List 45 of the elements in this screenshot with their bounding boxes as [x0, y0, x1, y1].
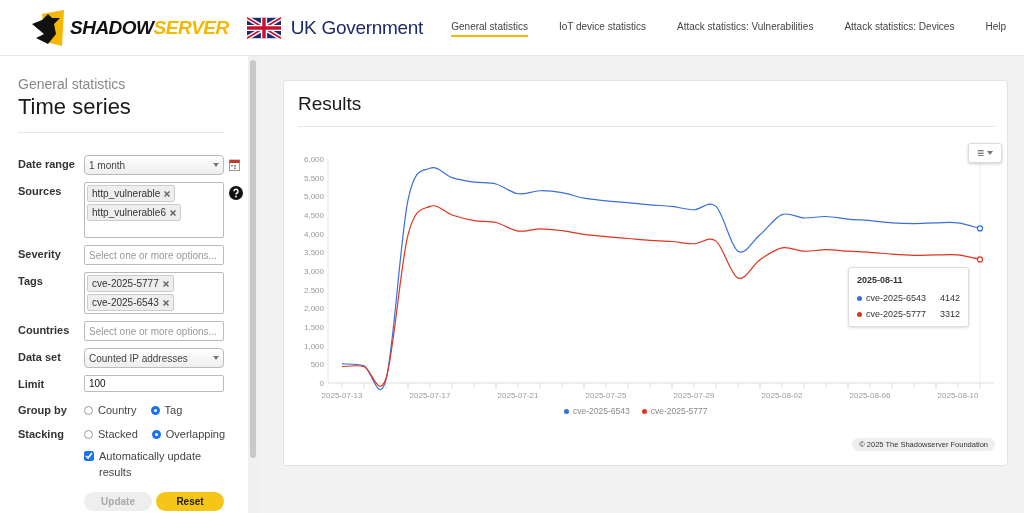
results-title: Results: [298, 93, 995, 127]
y-tick-label: 3,000: [303, 267, 324, 276]
field-label: Countries: [18, 323, 71, 336]
radio-label: Tag: [164, 404, 183, 416]
x-tick-label: 2025-07-13: [321, 391, 363, 400]
y-tick-label: 4,000: [303, 229, 324, 239]
y-tick-label: 2,000: [303, 304, 324, 314]
y-tick-label: 0: [319, 379, 324, 388]
x-tick-label: 2025-07-21: [497, 391, 539, 400]
field-label: Sources: [18, 184, 63, 197]
series-name: cve-2025-6543: [866, 293, 927, 303]
checkbox-label: Automatically update results: [99, 449, 203, 480]
field-label: Group by: [18, 403, 68, 416]
y-tick-label: 6,000: [303, 155, 324, 164]
radio-label: Country: [98, 404, 137, 416]
logo-wordmark: SHADOWSERVER: [70, 16, 229, 39]
radio-label: Stacked: [98, 428, 138, 440]
x-tick-label: 2025-07-17: [409, 391, 451, 400]
y-tick-label: 5,000: [303, 192, 324, 202]
page-title: Time series: [18, 94, 132, 120]
field-label: Tags: [18, 274, 44, 287]
field-label: Data set: [18, 350, 62, 363]
y-tick-label: 4,500: [303, 211, 324, 220]
y-tick-label: 1,500: [303, 323, 324, 332]
partner-name: UK Government: [290, 16, 424, 39]
radio-label: Overlapping: [165, 428, 226, 440]
x-tick-label: 2025-08-02: [761, 391, 803, 400]
field-label: Limit: [18, 377, 46, 390]
y-tick-label: 1,000: [303, 341, 324, 351]
y-tick-label: 2,500: [303, 285, 324, 295]
x-tick-label: 2025-07-29: [673, 391, 715, 400]
series-name: cve-2025-5777: [866, 309, 927, 319]
breadcrumb: General statistics: [18, 76, 127, 92]
tooltip-date: 2025-08-11: [857, 275, 904, 285]
y-tick-label: 3,500: [303, 248, 324, 258]
y-tick-label: 500: [310, 360, 324, 370]
series-value: 3312: [940, 309, 961, 319]
x-tick-label: 2025-08-10: [937, 391, 979, 400]
field-label: Date range: [18, 157, 76, 170]
x-tick-label: 2025-07-25: [585, 391, 627, 400]
y-tick-label: 5,500: [303, 173, 324, 183]
field-label: Stacking: [18, 427, 65, 440]
x-tick-label: 2025-08-06: [849, 391, 891, 400]
field-label: Severity: [18, 247, 62, 260]
series-value: 4142: [940, 293, 961, 303]
